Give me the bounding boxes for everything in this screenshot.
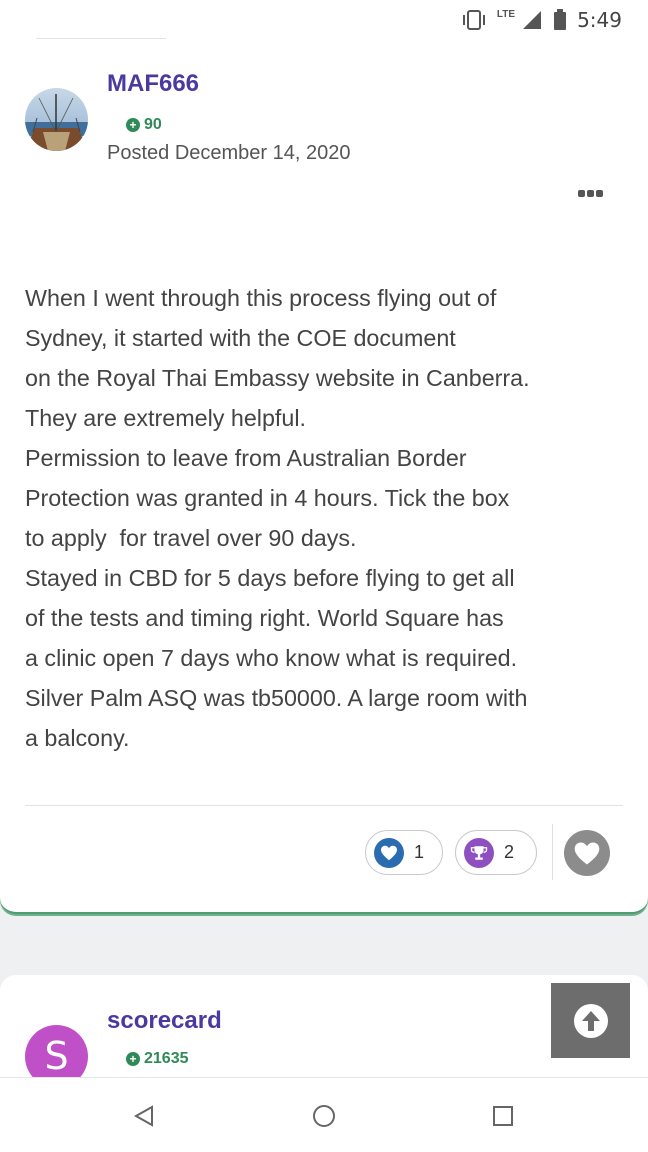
post-line: They are extremely helpful. [25,405,306,431]
divider [25,805,623,806]
author-name[interactable]: scorecard [107,1007,222,1035]
trophy-icon [464,837,494,868]
status-time: 5:49 [577,8,622,32]
post-line: Sydney, it started with the COE document [25,325,456,351]
like-count: 1 [414,842,425,862]
scroll-to-top-button[interactable] [551,983,630,1058]
post-line: on the Royal Thai Embassy website in Can… [25,365,530,391]
back-button[interactable] [130,1102,158,1130]
post-line: to apply for travel over 90 days. [25,525,357,551]
post-line: Permission to leave from Australian Bord… [25,445,467,471]
plus-icon: + [126,1052,140,1066]
reputation-badge: + 21635 [126,1050,189,1068]
more-options-icon[interactable] [578,190,606,200]
network-type: LTE [496,8,516,20]
like-reaction-button[interactable]: 1 [365,830,443,875]
post-line: When I went through this process flying … [25,285,497,311]
post-line: Protection was granted in 4 hours. Tick … [25,485,510,511]
react-button[interactable] [564,830,610,876]
home-icon [313,1105,335,1127]
back-icon [133,1105,153,1127]
vibrate-icon [461,9,487,31]
post-line: of the tests and timing right. World Squ… [25,605,504,631]
heart-icon [374,837,404,868]
post-date: Posted December 14, 2020 [107,142,351,164]
post-line: Stayed in CBD for 5 days before flying t… [25,565,515,591]
status-bar: LTE 5:49 [0,0,648,40]
battery-icon [553,9,567,31]
post-body: When I went through this process flying … [25,278,630,758]
reputation-badge: + 90 [126,116,162,134]
divider [36,38,166,39]
signal-icon [521,10,543,30]
recents-button[interactable] [489,1102,517,1130]
home-button[interactable] [310,1102,338,1130]
recents-icon [493,1106,513,1126]
post-line: a clinic open 7 days who know what is re… [25,645,518,671]
plus-icon: + [126,118,140,132]
post-line: Silver Palm ASQ was tb50000. A large roo… [25,685,528,711]
post-card: MAF666 + 90 Posted December 14, 2020 Whe… [0,38,648,914]
system-navigation-bar [0,1077,648,1152]
arrow-up-icon [573,1003,608,1038]
author-avatar[interactable] [25,88,88,151]
heart-icon [574,841,600,865]
trophy-count: 2 [504,842,515,862]
status-icons: LTE 5:49 [461,8,622,32]
reputation-value: 21635 [144,1050,189,1067]
divider [552,824,553,880]
trophy-reaction-button[interactable]: 2 [455,830,537,875]
author-name[interactable]: MAF666 [107,70,199,98]
post-line: a balcony. [25,725,130,751]
reputation-value: 90 [144,116,162,133]
